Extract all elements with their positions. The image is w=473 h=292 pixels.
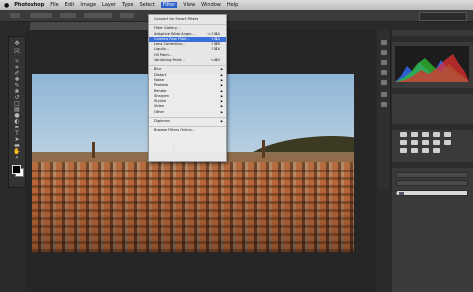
adjustment-button[interactable] xyxy=(422,132,429,137)
adjustments-panel-header[interactable] xyxy=(392,88,473,94)
menu-item-label: Noise xyxy=(154,77,164,82)
right-panels: ● xyxy=(392,30,473,292)
roof-texture-shadow xyxy=(32,170,354,252)
mac-menu-bar: ● Photoshop File Edit Image Layer Type Select F… xyxy=(0,0,473,10)
brush-panel-icon[interactable] xyxy=(381,92,387,97)
layers-panel-header[interactable] xyxy=(392,162,473,168)
menu-item-label: Blur xyxy=(154,67,162,72)
menu-item-digimarc[interactable]: Digimarc ▶ xyxy=(149,119,226,124)
histogram-graph xyxy=(395,54,469,82)
adjustment-button[interactable] xyxy=(433,140,440,145)
paragraph-panel-icon[interactable] xyxy=(381,80,387,85)
tool-preset-picker[interactable] xyxy=(10,13,20,18)
adjustment-button[interactable] xyxy=(411,140,418,145)
menu-separator xyxy=(149,116,226,118)
adjustment-button[interactable] xyxy=(422,140,429,145)
church-spire xyxy=(262,140,265,158)
layer-background[interactable]: ● xyxy=(396,190,468,196)
adjustment-button[interactable] xyxy=(433,132,440,137)
menu-item-label: Convert for Smart Filters xyxy=(154,17,199,21)
menu-item-browse-filters-online[interactable]: Browse Filters Online... xyxy=(149,128,226,133)
menu-view[interactable]: View xyxy=(183,2,195,8)
adjustment-button[interactable] xyxy=(411,132,418,137)
menu-separator xyxy=(149,23,226,25)
photoshop-window: ● Photoshop File Edit Image Layer Type Select F… xyxy=(0,0,473,292)
adjustment-button[interactable] xyxy=(444,140,451,145)
tools-panel: ✥ ▭ ⌒ ✧ ⌗ ✐ ✚ ✎ ❀ ↺ □ ▤ ● ◐ ✒ T ➤ ▬ ✋ ⌕ xyxy=(8,36,26,188)
menu-item-label: Sharpen xyxy=(154,93,170,98)
character-panel-icon[interactable] xyxy=(381,70,387,75)
options-bar xyxy=(0,10,473,22)
menu-help[interactable]: Help xyxy=(227,2,238,8)
adjustment-buttons xyxy=(400,132,456,156)
history-panel-icon[interactable] xyxy=(381,40,387,45)
menu-item-label: Other xyxy=(154,109,165,114)
adjustment-button[interactable] xyxy=(433,148,440,153)
adjustment-button[interactable] xyxy=(444,132,451,137)
adjustment-button[interactable] xyxy=(400,140,407,145)
menu-item-shortcut: ⌥⌘V xyxy=(209,58,220,63)
menu-file[interactable]: File xyxy=(50,2,58,8)
option-control[interactable] xyxy=(60,13,76,18)
menu-image[interactable]: Image xyxy=(80,2,96,8)
zoom-icon[interactable]: ⌕ xyxy=(13,155,21,161)
histogram xyxy=(395,46,469,82)
filter-menu-dropdown: Convert for Smart Filters Filter Gallery.… xyxy=(148,14,227,162)
adjustment-button[interactable] xyxy=(422,148,429,153)
layer-filter-row[interactable] xyxy=(396,172,468,178)
menu-item-label: Browse Filters Online... xyxy=(154,128,196,133)
workspace-switcher[interactable] xyxy=(419,12,467,21)
blend-mode-row[interactable] xyxy=(396,180,468,186)
adjustment-button[interactable] xyxy=(400,132,407,137)
apple-logo-icon[interactable]: ● xyxy=(4,2,9,9)
menu-type[interactable]: Type xyxy=(122,2,133,8)
menu-items: Photoshop File Edit Image Layer Type Select Fil… xyxy=(14,2,244,8)
menu-item-label: Render xyxy=(154,88,167,93)
triangle-right-icon: ▶ xyxy=(220,119,223,124)
menu-item-label: Lens Correction... xyxy=(154,42,186,47)
collapsed-panel-dock xyxy=(378,30,391,190)
menu-window[interactable]: Window xyxy=(201,2,221,8)
triangle-right-icon: ▶ xyxy=(220,109,223,114)
church-spire xyxy=(92,142,95,158)
menu-edit[interactable]: Edit xyxy=(65,2,75,8)
menu-item-label: Pixelate xyxy=(154,83,169,88)
option-control[interactable] xyxy=(30,13,52,18)
menu-item-label: Liquify... xyxy=(154,47,169,52)
menu-filter[interactable]: Filter xyxy=(160,2,178,8)
menu-select[interactable]: Select xyxy=(139,2,154,8)
menu-separator xyxy=(149,64,226,66)
menu-layer[interactable]: Layer xyxy=(102,2,116,8)
option-control[interactable] xyxy=(84,13,112,18)
adjustment-button[interactable] xyxy=(400,148,407,153)
option-control[interactable] xyxy=(120,13,134,18)
menu-item-label: Camera Raw Filter... xyxy=(154,36,190,41)
adjustments-panel-tabs[interactable] xyxy=(392,124,473,130)
menu-item-label: Adaptive Wide Angle... xyxy=(154,31,195,36)
menu-item-label: Oil Paint... xyxy=(154,52,173,57)
foreground-color-swatch[interactable] xyxy=(12,165,21,174)
menu-item-label: Filter Gallery... xyxy=(154,26,180,31)
info-panel-icon[interactable] xyxy=(381,60,387,65)
properties-panel-icon[interactable] xyxy=(381,50,387,55)
menu-photoshop[interactable]: Photoshop xyxy=(14,2,44,8)
menu-separator xyxy=(149,125,226,127)
menu-item-label: Video xyxy=(154,104,165,109)
menu-item-label: Distort xyxy=(154,72,167,77)
status-icons xyxy=(409,2,469,8)
histogram-panel-header[interactable] xyxy=(392,36,473,42)
menu-item-label: Digimarc xyxy=(154,119,171,124)
adjustment-button[interactable] xyxy=(411,148,418,153)
menu-item-label: Stylize xyxy=(154,99,166,104)
menu-item-other[interactable]: Other ▶ xyxy=(149,110,226,115)
menu-item-vanishing-point[interactable]: Vanishing Point... ⌥⌘V xyxy=(149,58,226,63)
menu-item-convert-for-smart-filters[interactable]: Convert for Smart Filters xyxy=(149,17,226,22)
layer-thumbnail xyxy=(399,192,404,195)
clone-source-panel-icon[interactable] xyxy=(381,102,387,107)
menu-item-label: Vanishing Point... xyxy=(154,58,185,63)
